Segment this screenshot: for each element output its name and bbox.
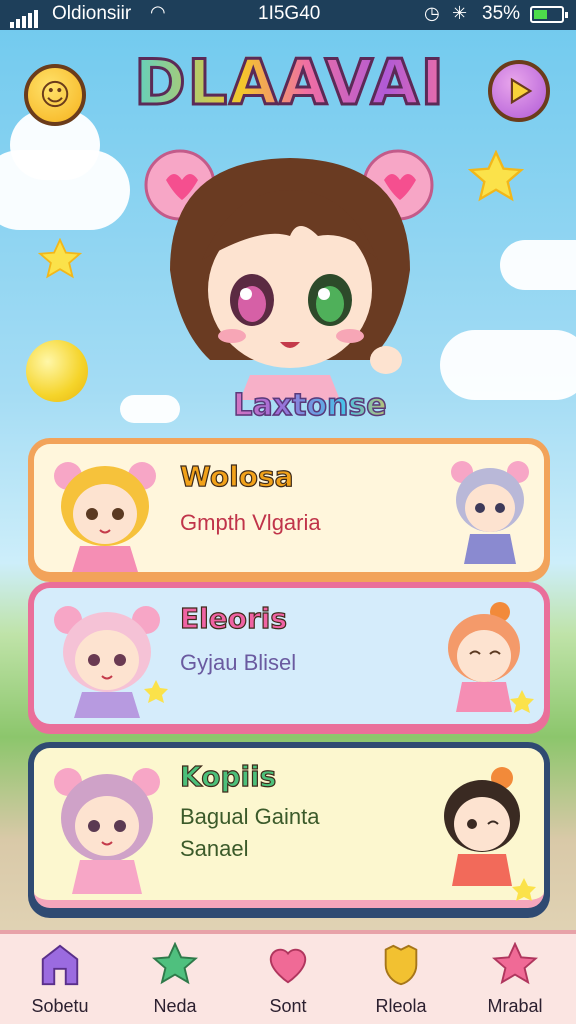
smiley-fruit-button[interactable]: ☺ — [24, 64, 86, 126]
play-button[interactable] — [488, 60, 550, 122]
balloon-decoration — [26, 340, 88, 402]
heart-icon — [269, 948, 307, 984]
home-icon — [41, 944, 79, 986]
character-subtitle: Sanael — [180, 836, 249, 861]
cloud-decoration — [440, 330, 576, 400]
status-time: 1I5G40 — [258, 3, 321, 24]
character-avatar — [448, 602, 534, 713]
nav-item-label: Rleola — [375, 996, 427, 1016]
shield-icon — [384, 944, 418, 986]
character-subtitle: Gmpth Vlgaria — [180, 510, 321, 535]
nav-item-home[interactable]: Sobetu — [5, 934, 115, 1024]
nav-item-star-2[interactable]: Mrabal — [460, 934, 570, 1024]
nav-item-label: Sobetu — [31, 996, 89, 1016]
character-avatar — [451, 461, 529, 564]
character-card[interactable]: Eleoris Gyjau Blisel — [28, 582, 550, 734]
nav-item-star[interactable]: Neda — [120, 934, 230, 1024]
nav-item-label: Neda — [153, 996, 197, 1016]
battery-icon — [530, 6, 568, 23]
character-subtitle: Bagual Gainta — [180, 804, 320, 829]
app-title: DLAAVAI — [130, 45, 450, 121]
character-name: Eleoris — [179, 601, 288, 635]
smiley-fruit-icon: ☺ — [39, 77, 71, 113]
character-card[interactable]: Wolosa Gmpth Vlgaria — [28, 438, 550, 582]
star-icon — [38, 238, 82, 279]
wifi-icon: ◠ — [150, 2, 166, 23]
carrier-name: Oldionsiir — [52, 3, 132, 24]
star-icon — [152, 942, 198, 985]
character-name: Kopiis — [179, 759, 277, 793]
bluetooth-icon: ✳ — [452, 3, 468, 24]
alarm-icon: ◷ — [424, 3, 440, 24]
star-icon — [492, 942, 538, 985]
play-icon — [510, 77, 533, 105]
character-name: Wolosa — [179, 459, 294, 493]
hero-character-label: Laxtonse — [210, 387, 410, 424]
hero-character[interactable] — [140, 140, 440, 400]
signal-icon — [10, 6, 40, 28]
cloud-decoration — [500, 240, 576, 290]
star-icon — [468, 150, 524, 202]
character-avatar — [54, 606, 168, 718]
nav-item-label: Mrabal — [487, 996, 543, 1016]
status-bar: Oldionsiir ◠ 1I5G40 ◷ ✳ 35% — [0, 0, 576, 30]
nav-item-label: Sont — [269, 996, 307, 1016]
character-subtitle: Gyjau Blisel — [180, 650, 297, 675]
character-avatar — [54, 768, 160, 894]
bottom-nav: Sobetu Neda Sont Rleola Mrabal — [0, 930, 576, 1024]
nav-item-heart[interactable]: Sont — [233, 934, 343, 1024]
character-avatar — [444, 767, 536, 901]
nav-item-shield[interactable]: Rleola — [346, 934, 456, 1024]
battery-percent: 35% — [482, 3, 521, 24]
character-avatar — [54, 462, 156, 572]
character-card[interactable]: Kopiis Bagual Gainta Sanael — [28, 742, 550, 918]
